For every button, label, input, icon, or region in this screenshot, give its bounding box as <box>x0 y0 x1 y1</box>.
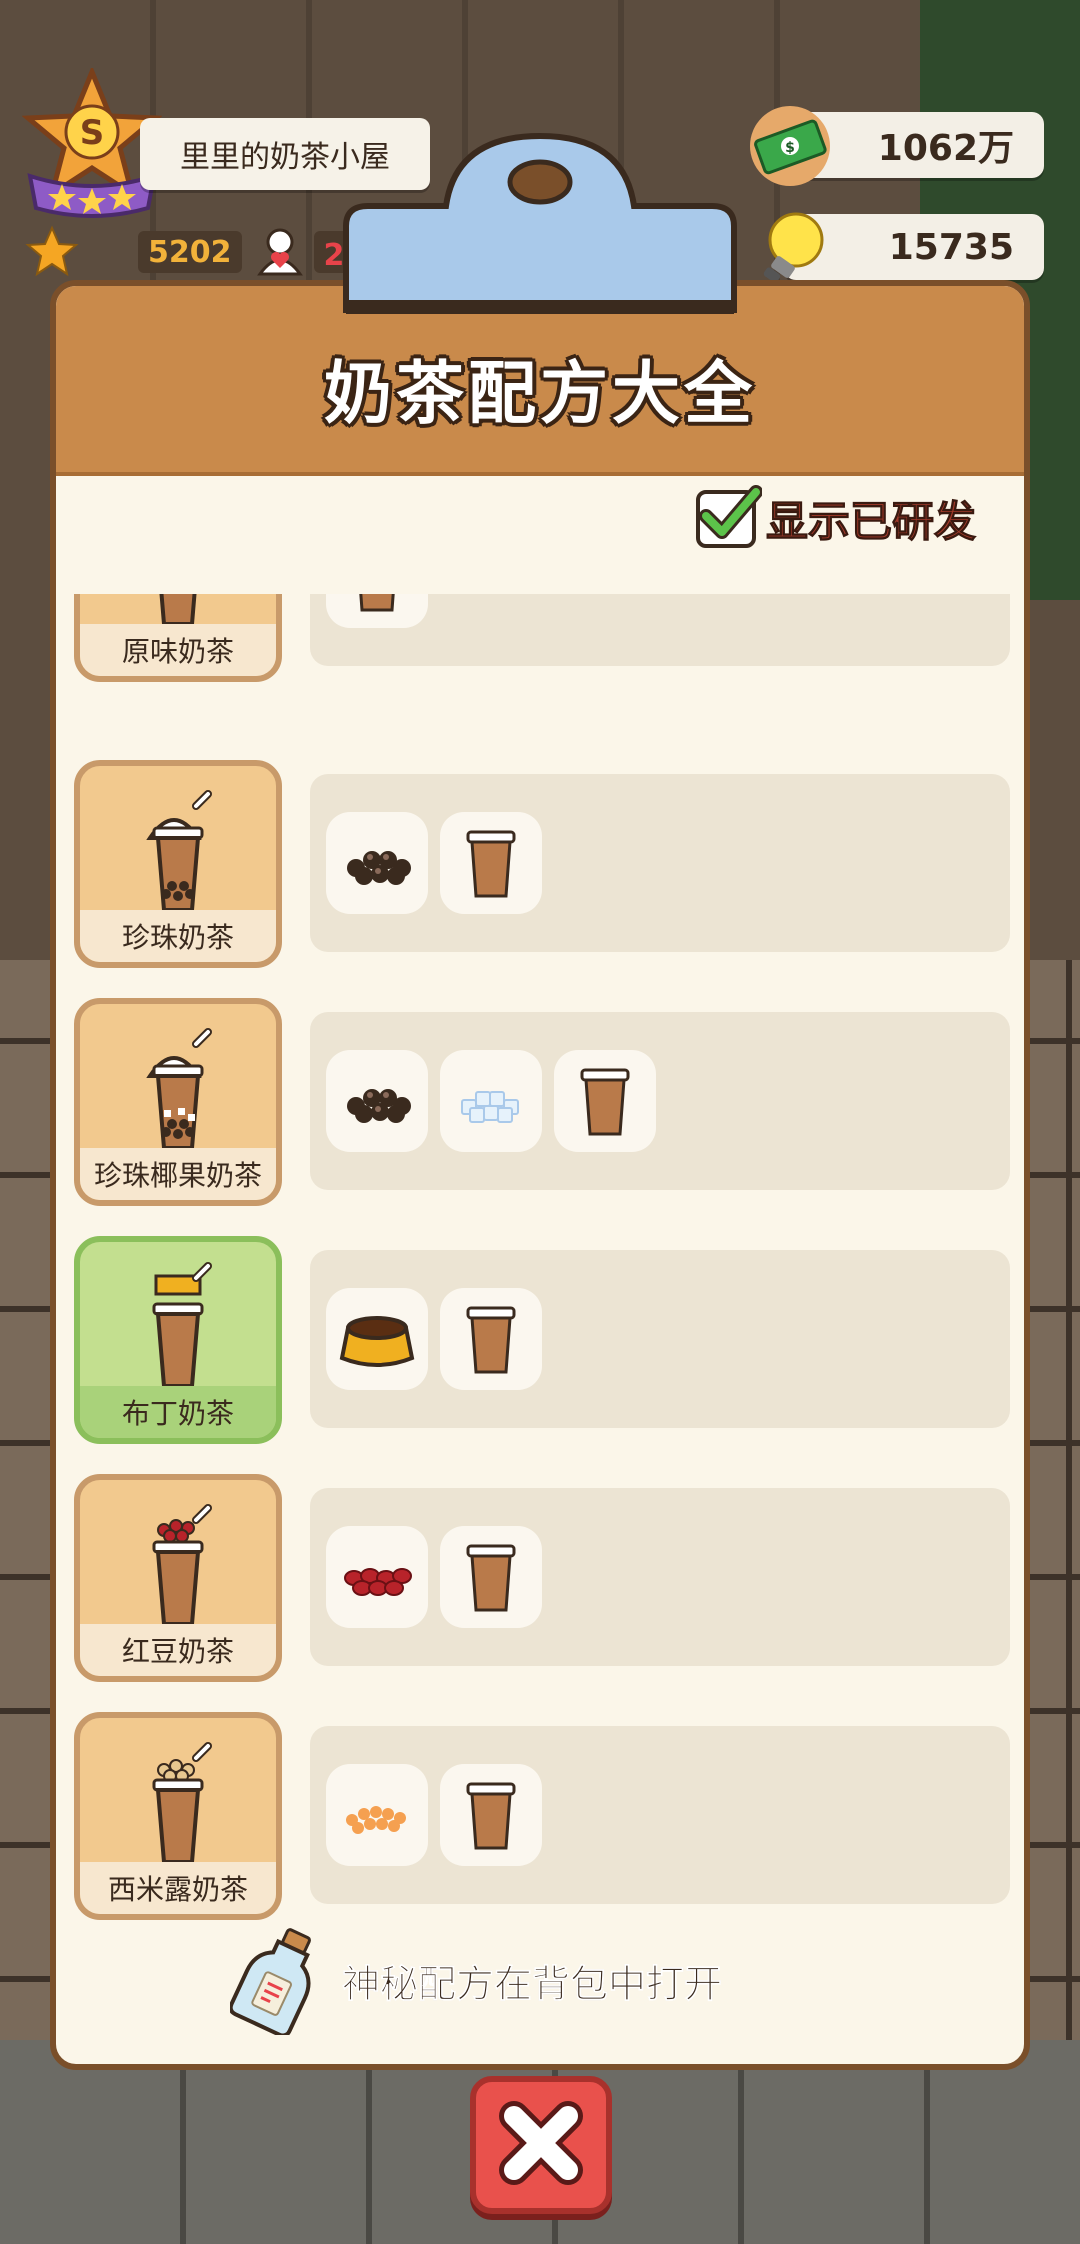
ingredient-bar <box>310 774 1010 952</box>
close-icon <box>499 2101 583 2185</box>
recipe-name: 珍珠椰果奶茶 <box>80 1148 276 1200</box>
show-researched-toggle[interactable]: 显示已研发 <box>696 484 977 549</box>
checkmark-icon <box>699 484 762 539</box>
footer-hint-text: 神秘配方在背包中打开 <box>342 1961 723 2006</box>
red-bean-icon <box>326 1526 428 1628</box>
recipe-name: 布丁奶茶 <box>80 1386 276 1438</box>
ingredient-bar <box>310 1012 1010 1190</box>
recipe-thumbnail[interactable]: 红豆奶茶 <box>74 1474 282 1682</box>
coconut-jelly-icon <box>440 1050 542 1152</box>
recipe-row[interactable]: 珍珠椰果奶茶 <box>72 998 1012 1208</box>
recipe-name: 珍珠奶茶 <box>80 910 276 962</box>
star-count-value: 5202 <box>148 234 232 270</box>
close-button[interactable] <box>470 2076 612 2214</box>
recipe-name: 西米露奶茶 <box>80 1862 276 1914</box>
cup-icon <box>326 594 428 628</box>
star-icon <box>25 225 79 277</box>
ingredient-bar <box>310 594 1010 666</box>
show-researched-label: 显示已研发 <box>765 497 977 547</box>
cup-icon <box>554 1050 656 1152</box>
pearls-icon <box>326 812 428 914</box>
money-value: 1062万 <box>877 128 1014 169</box>
pearls-icon <box>326 1050 428 1152</box>
recipe-name: 红豆奶茶 <box>80 1624 276 1676</box>
checkbox[interactable] <box>696 484 762 548</box>
recipe-row[interactable]: 布丁奶茶 <box>72 1236 1012 1446</box>
recipe-thumbnail[interactable]: 布丁奶茶 <box>74 1236 282 1444</box>
rank-letter: S <box>80 113 105 153</box>
ideas-value: 15735 <box>888 226 1014 268</box>
ingredient-bar <box>310 1250 1010 1428</box>
recipe-thumbnail[interactable]: 珍珠奶茶 <box>74 760 282 968</box>
recipe-name: 原味奶茶 <box>80 624 276 676</box>
cup-icon <box>440 812 542 914</box>
sago-icon <box>326 1764 428 1866</box>
recipe-list[interactable]: 原味奶茶珍珠奶茶珍珠椰果奶茶 布丁奶茶红豆奶茶西米露奶茶 <box>72 594 1012 1920</box>
footer-hint: 神秘配方在背包中打开 <box>230 1925 722 2035</box>
cup-icon <box>440 1288 542 1390</box>
recipe-thumbnail[interactable]: 珍珠椰果奶茶 <box>74 998 282 1206</box>
recipe-thumbnail[interactable]: 西米露奶茶 <box>74 1712 282 1920</box>
star-count: 5202 <box>138 231 242 273</box>
clipboard-clip-icon <box>343 132 737 314</box>
ingredient-bar <box>310 1488 1010 1666</box>
recipe-row[interactable]: 西米露奶茶 <box>72 1712 1012 1920</box>
cup-icon <box>440 1526 542 1628</box>
ingredient-bar <box>310 1726 1010 1904</box>
panel-title: 奶茶配方大全 <box>323 355 756 434</box>
recipe-row[interactable]: 红豆奶茶 <box>72 1474 1012 1684</box>
recipe-row[interactable]: 原味奶茶 <box>72 594 1012 684</box>
recipe-thumbnail[interactable]: 原味奶茶 <box>74 594 282 682</box>
fans-icon <box>256 228 303 276</box>
bottle-icon <box>230 1928 311 2035</box>
svg-text:$: $ <box>785 140 795 156</box>
recipe-row[interactable]: 珍珠奶茶 <box>72 760 1012 970</box>
cup-icon <box>440 1764 542 1866</box>
pudding-icon <box>326 1288 428 1390</box>
